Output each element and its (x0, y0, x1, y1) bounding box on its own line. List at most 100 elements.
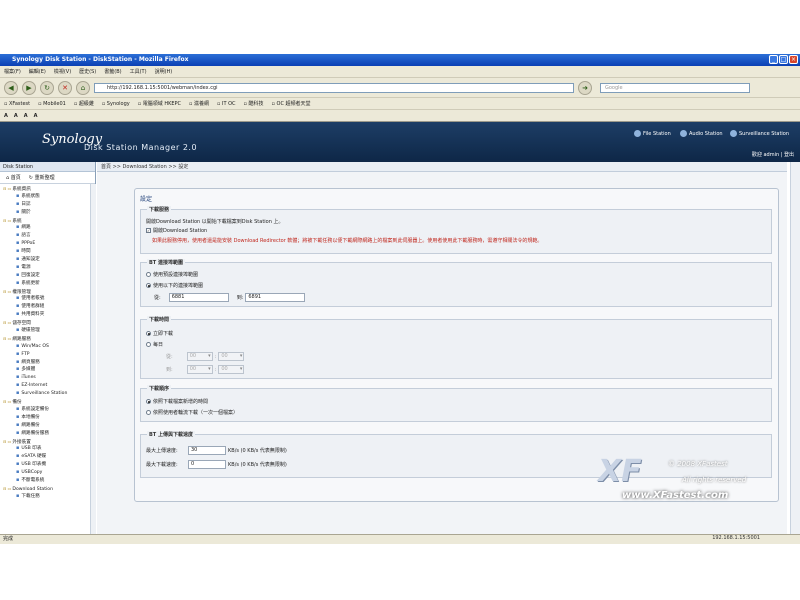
tree-item[interactable]: 本地備份 (0, 414, 95, 422)
daily-radio[interactable] (146, 342, 151, 347)
tree-item[interactable]: 共用資料夾 (0, 311, 95, 319)
tree-item[interactable]: 系統設定備份 (0, 406, 95, 414)
download-now-radio[interactable] (146, 331, 151, 336)
tree-item[interactable]: 網路備份 (0, 422, 95, 430)
home-icon[interactable]: ⌂ (76, 80, 90, 95)
refresh-button[interactable]: ↻ 重新整理 (29, 174, 55, 181)
tree-group[interactable]: 儲存空間 (0, 319, 95, 327)
bookmark-item-6[interactable]: ▫ IT OC (217, 101, 236, 107)
tree-item[interactable]: PPPoE (0, 240, 95, 248)
font-size-button-0[interactable]: A (4, 113, 8, 119)
tree-group[interactable]: 系統 (0, 217, 95, 225)
maximize-icon[interactable]: □ (779, 55, 788, 64)
download-speed-input[interactable]: 0 (188, 460, 226, 469)
upload-speed-input[interactable]: 30 (188, 446, 226, 455)
bookmark-item-0[interactable]: ▫ XFastest (4, 101, 30, 107)
tree-item[interactable]: 網頁服務 (0, 359, 95, 367)
tree-item[interactable]: 使用者帳號 (0, 295, 95, 303)
tree-item[interactable]: USB 印表機 (0, 461, 95, 469)
custom-port-radio[interactable] (146, 283, 151, 288)
tree-group[interactable]: Download Station (0, 485, 95, 493)
page-scrollbar[interactable] (790, 162, 800, 534)
stop-icon[interactable]: ✕ (58, 80, 72, 95)
file-station-link[interactable]: File Station (634, 130, 671, 137)
tree-item[interactable]: 不斷電系統 (0, 477, 95, 485)
go-icon[interactable]: ➜ (578, 80, 592, 95)
tree-item[interactable]: 使用者群組 (0, 303, 95, 311)
tree-item[interactable]: 回復設定 (0, 272, 95, 280)
menu-item-5[interactable]: 工具(T) (130, 68, 147, 75)
menu-item-4[interactable]: 書籤(B) (104, 68, 121, 75)
minimize-icon[interactable]: _ (769, 55, 778, 64)
tree-item[interactable]: iTunes (0, 374, 95, 382)
to-hour-select[interactable]: 00 (186, 365, 213, 374)
bookmark-item-1[interactable]: ▫ Mobile01 (38, 101, 66, 107)
bookmark-item-3[interactable]: ▫ Synology (102, 101, 130, 107)
tree-item[interactable]: 電源 (0, 264, 95, 272)
from-hour-select[interactable]: 00 (186, 352, 213, 361)
tree-item[interactable]: 通知設定 (0, 256, 95, 264)
url-bar[interactable]: http://192.168.1.15:5001/webman/index.cg… (94, 82, 574, 93)
tree-item[interactable]: 硬碟管理 (0, 327, 95, 335)
tree-item[interactable]: 關於 (0, 209, 95, 217)
port-from-input[interactable]: 6881 (168, 293, 229, 302)
reload-icon[interactable]: ↻ (40, 80, 54, 95)
font-size-button-1[interactable]: A (14, 113, 18, 119)
to-minute-select[interactable]: 00 (218, 365, 245, 374)
tree-item[interactable]: Surveillance Station (0, 390, 95, 398)
default-port-radio[interactable] (146, 272, 151, 277)
daily-option[interactable]: 每日 (146, 341, 163, 348)
tree-item[interactable]: 日誌 (0, 201, 95, 209)
home-button[interactable]: ⌂ 首頁 (6, 174, 21, 181)
enable-download-station[interactable]: ✓ 開啟Download Station (146, 227, 207, 234)
menu-item-1[interactable]: 編輯(E) (29, 68, 46, 75)
font-size-button-3[interactable]: A (34, 113, 38, 119)
menu-item-0[interactable]: 檔案(F) (4, 68, 21, 75)
font-size-button-2[interactable]: A (24, 113, 28, 119)
tree-item[interactable]: USB 印表 (0, 445, 95, 453)
tree-item[interactable]: 語言 (0, 232, 95, 240)
order-turn-option[interactable]: 依照使用者輪流下載（一次一個檔案） (146, 409, 238, 416)
close-icon[interactable]: × (789, 55, 798, 64)
user-links[interactable]: 歡迎 admin | 登出 (752, 151, 794, 158)
tree-item[interactable]: 網路備份服務 (0, 430, 95, 438)
port-to-input[interactable]: 6891 (245, 293, 306, 302)
tree-group[interactable]: 系統資訊 (0, 185, 95, 193)
tree-item[interactable]: Win/Mac OS (0, 343, 95, 351)
tree-item[interactable]: FTP (0, 351, 95, 359)
tree-item[interactable]: 系統更新 (0, 280, 95, 288)
sidebar-scrollbar[interactable] (90, 184, 96, 534)
bookmark-item-8[interactable]: ▫ OC 超頻者天堂 (272, 100, 311, 107)
bookmark-item-5[interactable]: ▫ 滋養網 (189, 100, 209, 107)
tree-group[interactable]: 外接裝置 (0, 438, 95, 446)
tree-item[interactable]: 下載任務 (0, 493, 95, 501)
forward-icon[interactable]: ▶ (22, 80, 36, 95)
tree-item[interactable]: 時間 (0, 248, 95, 256)
download-now-option[interactable]: 立即下載 (146, 330, 173, 337)
audio-station-link[interactable]: Audio Station (680, 130, 723, 137)
tree-group[interactable]: 權限管理 (0, 288, 95, 296)
tree-group[interactable]: 網路服務 (0, 335, 95, 343)
custom-port-option[interactable]: 使用以下的連接埠範圍 (146, 282, 203, 289)
tree-item[interactable]: USBCopy (0, 469, 95, 477)
order-time-radio[interactable] (146, 399, 151, 404)
tree-item[interactable]: eSATA 硬碟 (0, 453, 95, 461)
bookmark-item-4[interactable]: ▫ 電腦領域 HKEPC (138, 100, 181, 107)
tree-item[interactable]: EZ-Internet (0, 382, 95, 390)
tree-item[interactable]: 網路 (0, 224, 95, 232)
menu-item-2[interactable]: 檢視(V) (54, 68, 71, 75)
bookmark-item-2[interactable]: ▫ 超級雞 (74, 100, 94, 107)
bookmark-item-7[interactable]: ▫ 酷科技 (244, 100, 264, 107)
order-time-option[interactable]: 依照下載檔案新增的時間 (146, 398, 208, 405)
order-turn-radio[interactable] (146, 410, 151, 415)
tree-item[interactable]: 多媒體 (0, 366, 95, 374)
enable-checkbox[interactable]: ✓ (146, 228, 151, 233)
default-port-option[interactable]: 使用預設連接埠範圍 (146, 271, 198, 278)
search-input[interactable]: Google (600, 82, 750, 93)
back-icon[interactable]: ◀ (4, 80, 18, 95)
menu-item-3[interactable]: 歷史(S) (79, 68, 96, 75)
from-minute-select[interactable]: 00 (218, 352, 245, 361)
tree-group[interactable]: 備份 (0, 398, 95, 406)
tree-item[interactable]: 系統狀態 (0, 193, 95, 201)
menu-item-6[interactable]: 說明(H) (155, 68, 173, 75)
